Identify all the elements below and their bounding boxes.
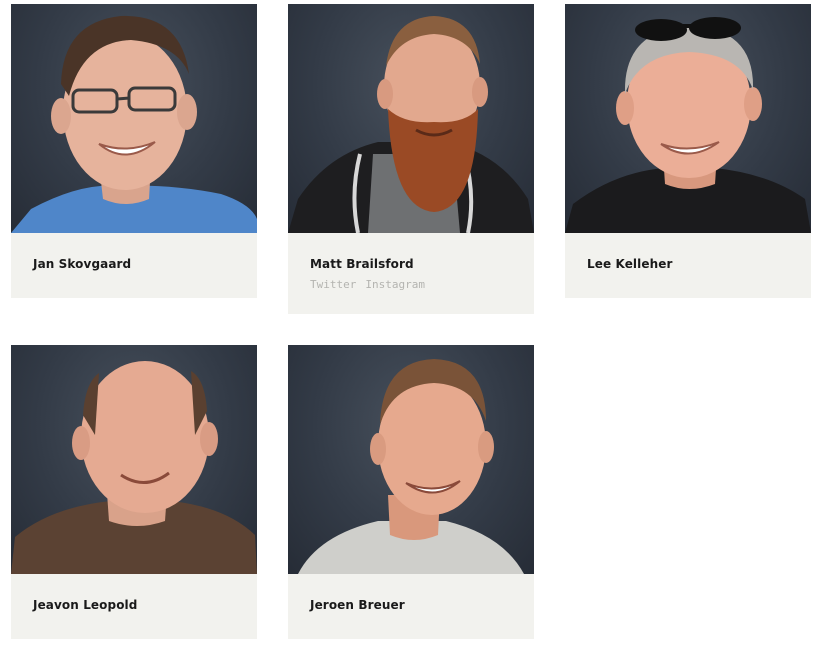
portrait-image bbox=[288, 16, 534, 233]
team-member-photo bbox=[288, 4, 534, 233]
portrait-image bbox=[565, 17, 811, 233]
team-member-photo bbox=[288, 345, 534, 574]
team-member-info: Jeroen Breuer bbox=[288, 574, 534, 612]
team-member-card: Jeavon Leopold bbox=[11, 345, 257, 639]
team-member-info: Lee Kelleher bbox=[565, 233, 811, 271]
team-member-name: Matt Brailsford bbox=[310, 257, 414, 271]
team-member-card: Jeroen Breuer bbox=[288, 345, 534, 639]
portrait-image bbox=[11, 361, 257, 574]
portrait-image bbox=[298, 359, 524, 574]
twitter-link[interactable]: Twitter bbox=[310, 278, 356, 291]
team-member-info: Jan Skovgaard bbox=[11, 233, 257, 271]
social-links: Twitter Instagram bbox=[310, 278, 512, 291]
team-member-name: Jan Skovgaard bbox=[33, 257, 132, 271]
team-member-name: Lee Kelleher bbox=[587, 257, 673, 271]
team-member-photo bbox=[11, 4, 257, 233]
team-member-name: Jeroen Breuer bbox=[310, 598, 405, 612]
team-member-card: Matt Brailsford Twitter Instagram bbox=[288, 4, 534, 314]
team-member-name: Jeavon Leopold bbox=[33, 598, 138, 612]
team-member-info: Matt Brailsford Twitter Instagram bbox=[288, 233, 534, 291]
team-member-card: Jan Skovgaard bbox=[11, 4, 257, 298]
team-member-photo bbox=[11, 345, 257, 574]
instagram-link[interactable]: Instagram bbox=[365, 278, 425, 291]
team-member-photo bbox=[565, 4, 811, 233]
portrait-image bbox=[11, 15, 257, 233]
team-member-info: Jeavon Leopold bbox=[11, 574, 257, 612]
team-member-card: Lee Kelleher bbox=[565, 4, 811, 298]
